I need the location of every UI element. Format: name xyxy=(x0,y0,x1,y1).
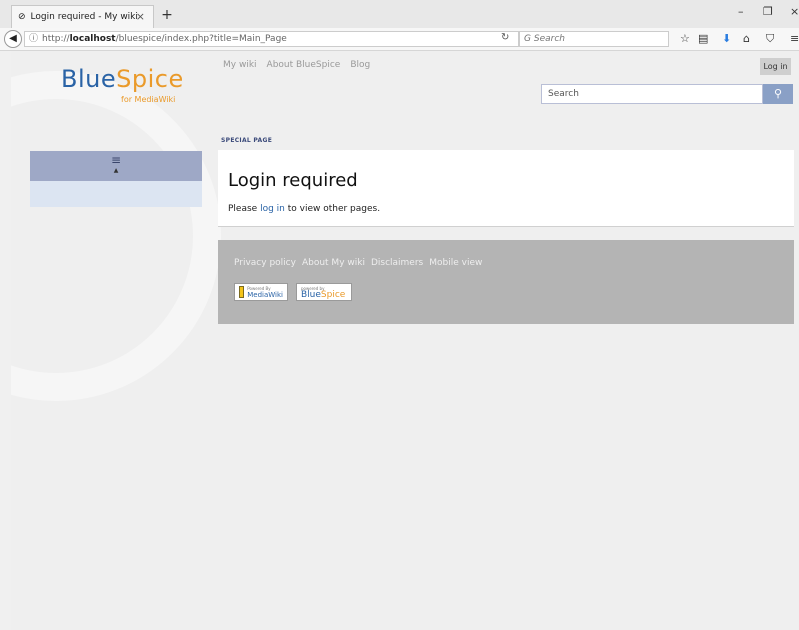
login-button[interactable]: Log in xyxy=(760,58,791,75)
sidebar-menu-toggle[interactable]: ≡ ▲ xyxy=(30,151,202,181)
pocket-icon[interactable]: ⛉ xyxy=(766,32,774,46)
browser-search-placeholder: Search xyxy=(533,34,565,44)
tab-title: Login required - My wiki xyxy=(30,12,138,22)
window-close-icon[interactable]: × xyxy=(790,5,799,18)
firefox-icon: ⊘ xyxy=(18,12,26,22)
bookmark-star-icon[interactable]: ☆ xyxy=(680,32,690,45)
wiki-search-input[interactable]: Search xyxy=(541,84,763,104)
footer-disclaimers[interactable]: Disclaimers xyxy=(371,258,423,268)
logo-accent: Spice xyxy=(116,65,184,93)
top-navigation: My wiki About BlueSpice Blog xyxy=(223,60,370,70)
sidebar-panel xyxy=(30,181,202,207)
page-title: Login required xyxy=(228,170,358,191)
browser-navbar: ◀ ⓘ http://localhost/bluespice/index.php… xyxy=(0,28,799,51)
logo-main: Blue xyxy=(61,65,117,93)
message-text-after: to view other pages. xyxy=(284,204,381,214)
nav-blog[interactable]: Blog xyxy=(350,60,370,70)
address-bar[interactable]: ⓘ http://localhost/bluespice/index.php?t… xyxy=(24,31,519,47)
home-icon[interactable]: ⌂ xyxy=(743,32,750,45)
minimize-icon[interactable]: – xyxy=(738,5,744,18)
nav-my-wiki[interactable]: My wiki xyxy=(223,60,257,70)
footer-links: Privacy policy About My wiki Disclaimers… xyxy=(234,258,482,268)
footer-mobile-view[interactable]: Mobile view xyxy=(429,258,482,268)
downloads-icon[interactable]: ⬇ xyxy=(722,32,731,45)
browser-tab[interactable]: ⊘ Login required - My wiki × xyxy=(11,5,154,28)
maximize-icon[interactable]: ❐ xyxy=(763,5,773,18)
info-icon: ⓘ xyxy=(29,34,39,44)
login-link[interactable]: log in xyxy=(260,204,285,214)
powered-by-bluespice-badge[interactable]: powered by BlueSpice xyxy=(296,283,352,301)
url-prefix: http:// xyxy=(42,34,70,44)
footer-privacy-policy[interactable]: Privacy policy xyxy=(234,258,296,268)
background-logo-shape xyxy=(11,71,221,401)
new-tab-button[interactable]: + xyxy=(157,5,177,25)
hamburger-icon: ≡ xyxy=(110,153,122,167)
mediawiki-icon xyxy=(239,286,245,298)
search-icon: ⚲ xyxy=(773,87,783,100)
wiki-page: BlueSpice for MediaWiki My wiki About Bl… xyxy=(11,51,799,630)
badge2-accent: Spice xyxy=(320,290,346,300)
nav-about-bluespice[interactable]: About BlueSpice xyxy=(267,60,341,70)
special-page-label: SPECIAL PAGE xyxy=(221,137,273,144)
search-button[interactable]: ⚲ xyxy=(763,84,793,104)
powered-by-mediawiki-badge[interactable]: Powered By MediaWiki xyxy=(234,283,288,301)
search-engine-icon: G xyxy=(524,34,531,44)
caret-up-icon: ▲ xyxy=(113,167,119,174)
badge2-main: Blue xyxy=(301,290,321,300)
url-path: /bluespice/index.php?title=Main_Page xyxy=(115,34,287,44)
url-host: localhost xyxy=(69,34,116,44)
footer: Privacy policy About My wiki Disclaimers… xyxy=(218,240,794,324)
browser-tabbar: ⊘ Login required - My wiki × + – ❐ × xyxy=(0,0,799,28)
message-text-before: Please xyxy=(228,204,261,214)
login-message: Please log in to view other pages. xyxy=(228,204,380,214)
footer-about[interactable]: About My wiki xyxy=(302,258,365,268)
content-area: Login required Please log in to view oth… xyxy=(218,150,794,227)
library-icon[interactable]: ▤ xyxy=(698,32,708,45)
logo-sub: for MediaWiki xyxy=(121,95,176,104)
reload-icon[interactable]: ↻ xyxy=(501,32,509,43)
site-logo[interactable]: BlueSpice for MediaWiki xyxy=(61,65,184,104)
back-arrow-icon[interactable]: ◀ xyxy=(4,30,22,48)
menu-icon[interactable]: ≡ xyxy=(790,32,799,45)
badge1-main: MediaWiki xyxy=(247,291,283,299)
tab-close-icon[interactable]: × xyxy=(136,10,145,23)
browser-search-input[interactable]: G Search xyxy=(519,31,669,47)
